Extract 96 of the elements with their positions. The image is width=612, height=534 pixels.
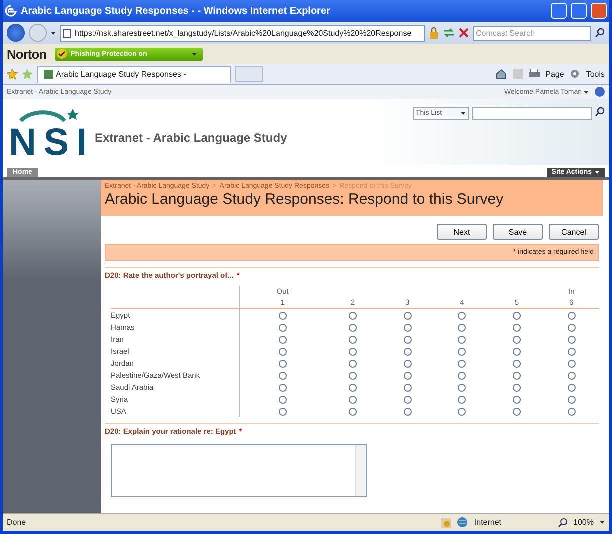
dropdown-icon	[584, 90, 589, 94]
radio-button[interactable]	[278, 372, 287, 380]
page-menu[interactable]: Page	[546, 70, 564, 78]
search-field[interactable]: Comcast Search	[473, 26, 591, 40]
radio-button[interactable]	[278, 360, 287, 368]
radio-button[interactable]	[568, 360, 576, 368]
zoom-icon[interactable]	[558, 518, 568, 528]
gear-icon	[570, 69, 580, 79]
refresh-icon[interactable]	[443, 28, 455, 38]
radio-button[interactable]	[404, 360, 412, 368]
dropdown-icon	[192, 52, 197, 56]
form-button[interactable]: Next	[437, 224, 487, 240]
stop-icon[interactable]	[459, 28, 469, 38]
dropdown-icon	[595, 171, 600, 174]
close-button[interactable]	[591, 3, 607, 19]
radio-button[interactable]	[568, 312, 576, 320]
radio-button[interactable]	[568, 384, 576, 392]
radio-button[interactable]	[568, 348, 576, 356]
radio-button[interactable]	[458, 324, 466, 332]
url-text: https://nsk.sharestreet.net/x_langstudy/Lists/Arabic%20Language%20Study%20%20Response	[75, 28, 412, 38]
radio-button[interactable]	[348, 408, 357, 416]
radio-button[interactable]	[278, 408, 287, 416]
status-text: Done	[7, 518, 26, 527]
home-icon[interactable]	[496, 69, 507, 79]
radio-button[interactable]	[348, 360, 357, 368]
radio-button[interactable]	[404, 336, 412, 344]
site-title[interactable]: Extranet - Arabic Language Study	[95, 131, 413, 165]
radio-button[interactable]	[458, 372, 466, 380]
radio-button[interactable]	[404, 396, 412, 404]
radio-button[interactable]	[512, 396, 521, 404]
radio-button[interactable]	[348, 384, 357, 392]
radio-button[interactable]	[512, 408, 521, 416]
radio-button[interactable]	[512, 360, 521, 368]
form-button[interactable]: Save	[493, 224, 543, 240]
lock-icon[interactable]	[429, 27, 439, 39]
radio-button[interactable]	[404, 312, 412, 320]
globe-icon	[457, 517, 468, 528]
radio-button[interactable]	[512, 336, 521, 344]
radio-button[interactable]	[278, 336, 287, 344]
dropdown-icon	[461, 112, 466, 115]
check-icon	[56, 49, 67, 59]
maximize-button[interactable]	[571, 3, 587, 19]
radio-button[interactable]	[512, 372, 521, 380]
print-icon[interactable]	[528, 69, 540, 79]
radio-button[interactable]	[348, 312, 357, 320]
radio-button[interactable]	[278, 324, 287, 332]
radio-button[interactable]	[278, 312, 287, 320]
radio-button[interactable]	[404, 408, 412, 416]
tools-menu[interactable]: Tools	[586, 70, 605, 78]
radio-button[interactable]	[404, 372, 412, 380]
back-button[interactable]	[7, 24, 25, 42]
radio-button[interactable]	[512, 384, 521, 392]
radio-button[interactable]	[348, 336, 357, 344]
radio-button[interactable]	[348, 348, 357, 356]
radio-button[interactable]	[278, 348, 287, 356]
dropdown-icon[interactable]	[600, 521, 605, 524]
address-field[interactable]: https://nsk.sharestreet.net/x_langstudy/Lists/Arabic%20Language%20Study%20%20Response	[60, 24, 425, 42]
radio-button[interactable]	[278, 384, 287, 392]
radio-button[interactable]	[404, 384, 412, 392]
search-icon[interactable]	[595, 107, 605, 117]
radio-button[interactable]	[348, 324, 357, 332]
minimize-button[interactable]	[551, 3, 567, 19]
radio-button[interactable]	[568, 396, 576, 404]
radio-button[interactable]	[512, 324, 521, 332]
radio-button[interactable]	[568, 324, 576, 332]
radio-button[interactable]	[568, 372, 576, 380]
zoom-level[interactable]: 100%	[574, 518, 594, 527]
browser-icon	[5, 5, 17, 17]
radio-button[interactable]	[458, 408, 466, 416]
radio-button[interactable]	[458, 348, 466, 356]
zone-text: Internet	[474, 518, 502, 527]
page-title: Arabic Language Study Responses: Respond to this Survey	[105, 191, 505, 208]
radio-button[interactable]	[458, 396, 466, 404]
search-icon[interactable]	[595, 28, 605, 38]
radio-button[interactable]	[568, 336, 576, 344]
radio-button[interactable]	[278, 396, 287, 404]
radio-button[interactable]	[458, 384, 466, 392]
radio-button[interactable]	[348, 396, 357, 404]
norton-brand: Norton	[7, 46, 47, 62]
site-search-field[interactable]	[472, 107, 592, 120]
radio-button[interactable]	[404, 348, 412, 356]
dropdown-icon[interactable]	[51, 32, 56, 34]
browser-tab[interactable]: Arabic Language Study Responses -	[37, 66, 231, 82]
radio-button[interactable]	[348, 372, 357, 380]
window-title: Arabic Language Study Responses - - Windows Internet Explorer	[21, 6, 332, 16]
radio-button[interactable]	[512, 312, 521, 320]
radio-button[interactable]	[458, 336, 466, 344]
radio-button[interactable]	[458, 360, 466, 368]
form-button[interactable]: Cancel	[549, 224, 599, 240]
radio-button[interactable]	[512, 348, 521, 356]
logo: NSI	[7, 101, 89, 161]
radio-button[interactable]	[568, 408, 576, 416]
favorites-star-icon[interactable]	[7, 68, 18, 80]
radio-button[interactable]	[458, 312, 466, 320]
answer-box[interactable]	[111, 444, 367, 497]
radio-button[interactable]	[404, 324, 412, 332]
